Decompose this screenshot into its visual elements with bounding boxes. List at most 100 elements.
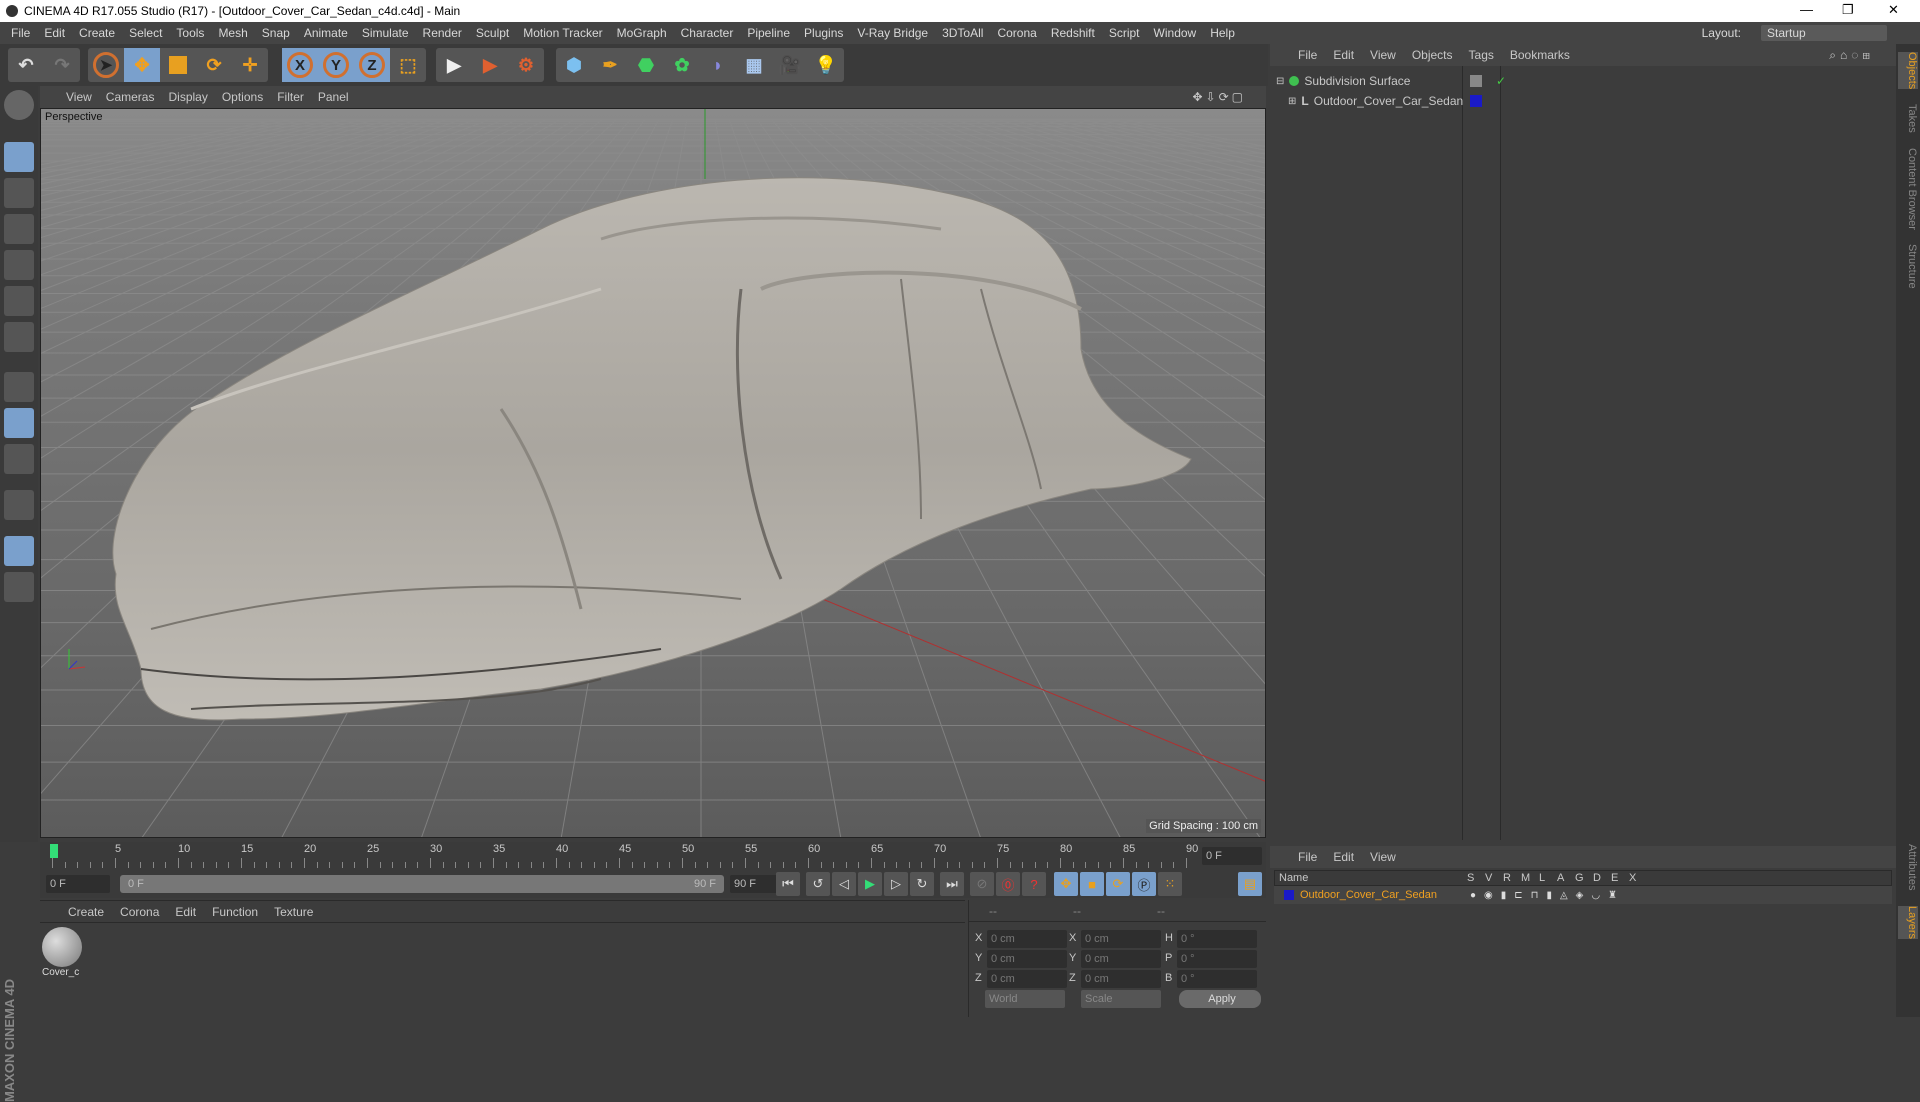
layer-menu-file[interactable]: File [1298, 850, 1317, 864]
menu-file[interactable]: File [11, 26, 30, 40]
menu-simulate[interactable]: Simulate [362, 26, 409, 40]
make-editable-icon[interactable] [4, 90, 34, 120]
points-mode-icon[interactable] [4, 250, 34, 280]
viewport-menu-panel[interactable]: Panel [318, 90, 349, 104]
y-axis-icon[interactable]: Y [318, 48, 354, 82]
layer-name[interactable]: Outdoor_Cover_Car_Sedan [1300, 889, 1470, 901]
om-menu-file[interactable]: File [1298, 48, 1317, 62]
layout-dropdown[interactable]: Startup [1761, 25, 1887, 41]
menu-character[interactable]: Character [681, 26, 734, 40]
key-position-icon[interactable]: ✥ [1054, 872, 1078, 896]
viewport-menu-view[interactable]: View [66, 90, 92, 104]
play-icon[interactable]: ▶ [858, 872, 882, 896]
menu-animate[interactable]: Animate [304, 26, 348, 40]
menu-redshift[interactable]: Redshift [1051, 26, 1095, 40]
subdivision-icon[interactable]: ⬣ [628, 48, 664, 82]
tweak-mode-icon[interactable] [4, 408, 34, 438]
layer-color-swatch[interactable] [1284, 890, 1294, 900]
menu-help[interactable]: Help [1210, 26, 1235, 40]
viewport[interactable]: Perspective Grid Spacing : 100 cm [40, 108, 1266, 838]
coord-type-dropdown[interactable]: Scale [1081, 990, 1161, 1008]
transform-icon[interactable]: ✛ [232, 48, 268, 82]
current-frame-field[interactable]: 0 F [1202, 847, 1262, 865]
range-slider[interactable]: 0 F 90 F [120, 875, 724, 893]
record-key-icon[interactable]: ⊘ [970, 872, 994, 896]
material-swatch[interactable]: Cover_c [42, 927, 84, 985]
deformer-icon[interactable]: ◗ [700, 48, 736, 82]
x-axis-icon[interactable]: X [282, 48, 318, 82]
menu-select[interactable]: Select [129, 26, 162, 40]
menu-corona[interactable]: Corona [997, 26, 1036, 40]
tab-structure[interactable]: Structure [1898, 244, 1918, 289]
array-icon[interactable]: ✿ [664, 48, 700, 82]
magnet-icon[interactable] [4, 490, 34, 520]
coord-value-field[interactable]: 0 cm [987, 970, 1067, 988]
menu-mesh[interactable]: Mesh [218, 26, 247, 40]
mat-menu-function[interactable]: Function [212, 905, 258, 919]
key-pla-icon[interactable]: ⁙ [1158, 872, 1182, 896]
mat-menu-edit[interactable]: Edit [175, 905, 196, 919]
layer-menu-view[interactable]: View [1370, 850, 1396, 864]
om-menu-edit[interactable]: Edit [1333, 48, 1354, 62]
rotate-icon[interactable]: ⟳ [196, 48, 232, 82]
go-to-start-icon[interactable]: ⏮ [776, 872, 800, 896]
coord-value-field[interactable]: 0 cm [1081, 950, 1161, 968]
coord-value-field[interactable]: 0 cm [987, 930, 1067, 948]
scale-icon[interactable] [160, 48, 196, 82]
playhead[interactable] [50, 844, 58, 858]
tab-content-browser[interactable]: Content Browser [1898, 148, 1918, 230]
lock-workplane-icon[interactable] [4, 536, 34, 566]
move-icon[interactable]: ✥ [124, 48, 160, 82]
snap-s-icon[interactable] [4, 444, 34, 474]
restore-button[interactable]: ❐ [1842, 2, 1854, 18]
menu-snap[interactable]: Snap [262, 26, 290, 40]
z-axis-icon[interactable]: Z [354, 48, 390, 82]
visibility-toggle[interactable] [1470, 75, 1482, 87]
go-to-end-icon[interactable]: ⏭ [940, 872, 964, 896]
om-menu-tags[interactable]: Tags [1469, 48, 1494, 62]
render-picture-viewer-icon[interactable]: ▶ [472, 48, 508, 82]
workplane-icon[interactable] [4, 214, 34, 244]
key-parameter-icon[interactable]: Ⓟ [1132, 872, 1156, 896]
cube-icon[interactable]: ⬢ [556, 48, 592, 82]
minimize-button[interactable]: — [1800, 2, 1813, 17]
coord-value-field[interactable]: 0 cm [987, 950, 1067, 968]
prev-key-icon[interactable]: ↺ [806, 872, 830, 896]
viewport-menu-display[interactable]: Display [168, 90, 207, 104]
timeline-ruler[interactable]: 051015202530354045505560657075808590 0 F [40, 842, 1266, 870]
auto-key-icon[interactable]: ⓪ [996, 872, 1020, 896]
light-icon[interactable]: 💡 [808, 48, 844, 82]
layer-color-swatch[interactable] [1470, 95, 1482, 107]
mat-menu-texture[interactable]: Texture [274, 905, 313, 919]
menu-mograph[interactable]: MoGraph [617, 26, 667, 40]
start-frame-field[interactable]: 0 F [46, 875, 110, 893]
om-menu-bookmarks[interactable]: Bookmarks [1510, 48, 1570, 62]
layer-toggle-icons[interactable]: ●◉▮⊏⊓▮◬◈◡♜ [1470, 890, 1625, 901]
select-cursor-icon[interactable]: ➤ [88, 48, 124, 82]
viewport-menu-options[interactable]: Options [222, 90, 263, 104]
render-view-icon[interactable]: ▶ [436, 48, 472, 82]
texture-mode-icon[interactable] [4, 178, 34, 208]
om-menu-objects[interactable]: Objects [1412, 48, 1453, 62]
menu-plugins[interactable]: Plugins [804, 26, 843, 40]
tab-attributes[interactable]: Attributes [1898, 844, 1918, 890]
layer-menu-edit[interactable]: Edit [1333, 850, 1354, 864]
expand-icon[interactable]: ⊞ [1288, 96, 1296, 107]
layer-row[interactable]: Outdoor_Cover_Car_Sedan ●◉▮⊏⊓▮◬◈◡♜ [1274, 886, 1892, 904]
menu-3dtoall[interactable]: 3DToAll [942, 26, 983, 40]
tab-takes[interactable]: Takes [1898, 104, 1918, 133]
menu-vray-bridge[interactable]: V-Ray Bridge [857, 26, 928, 40]
viewport-menu-cameras[interactable]: Cameras [106, 90, 155, 104]
next-frame-icon[interactable]: ▷ [884, 872, 908, 896]
prev-frame-icon[interactable]: ◁ [832, 872, 856, 896]
coord-value-field[interactable]: 0 ° [1177, 970, 1257, 988]
mat-menu-corona[interactable]: Corona [120, 905, 159, 919]
coord-value-field[interactable]: 0 cm [1081, 970, 1161, 988]
axis-mode-icon[interactable] [4, 372, 34, 402]
next-key-icon[interactable]: ↻ [910, 872, 934, 896]
model-mode-icon[interactable] [4, 142, 34, 172]
undo-icon[interactable]: ↶ [8, 48, 44, 82]
om-search-home-icons[interactable]: ⌕⌂◌⊞ [1829, 48, 1874, 63]
enabled-check-icon[interactable]: ✓ [1496, 74, 1506, 88]
coord-value-field[interactable]: 0 ° [1177, 950, 1257, 968]
